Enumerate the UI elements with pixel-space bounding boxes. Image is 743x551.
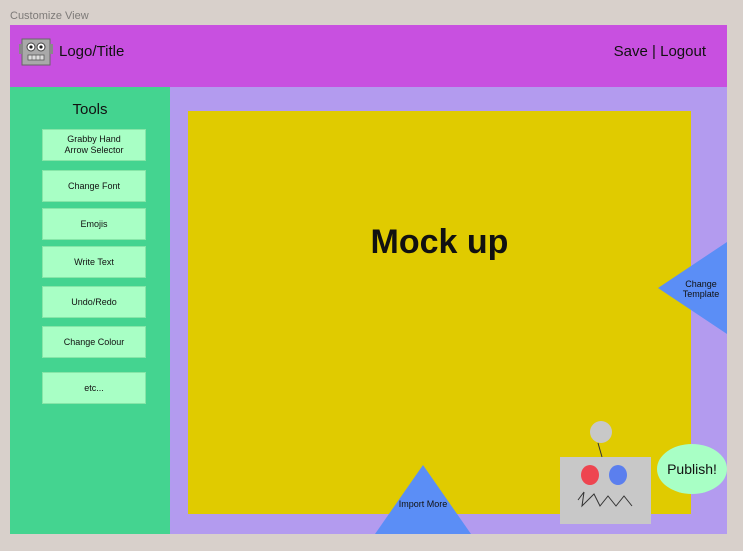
- robot-assistant-icon[interactable]: [560, 420, 651, 524]
- tools-sidebar: Tools Grabby Hand Arrow Selector Change …: [10, 87, 170, 534]
- import-more-button[interactable]: [375, 465, 471, 534]
- tool-write-text-button[interactable]: Write Text: [42, 246, 146, 278]
- tool-change-colour-button[interactable]: Change Colour: [42, 326, 146, 358]
- tool-change-font-button[interactable]: Change Font: [42, 170, 146, 202]
- header-actions: Save | Logout: [614, 43, 706, 60]
- header-separator: |: [647, 43, 661, 60]
- change-template-button[interactable]: [658, 242, 727, 334]
- frame-title: Customize View: [10, 10, 89, 22]
- tools-title: Tools: [72, 101, 108, 118]
- tool-emojis-button[interactable]: Emojis: [42, 208, 146, 240]
- logout-link[interactable]: Logout: [660, 43, 706, 60]
- mockup-label: Mock up: [370, 223, 509, 261]
- logo-title[interactable]: Logo/Title: [59, 43, 124, 60]
- publish-button[interactable]: Publish!: [657, 444, 727, 494]
- robot-face-icon: [19, 38, 53, 66]
- tool-etc-button[interactable]: etc...: [42, 372, 146, 404]
- save-link[interactable]: Save: [614, 43, 648, 60]
- app-frame: Logo/Title Save | Logout Tools Grabby Ha…: [10, 25, 727, 534]
- header-bar: Logo/Title Save | Logout: [10, 25, 727, 87]
- tool-arrow-selector-button[interactable]: Grabby Hand Arrow Selector: [42, 129, 146, 161]
- tool-undo-redo-button[interactable]: Undo/Redo: [42, 286, 146, 318]
